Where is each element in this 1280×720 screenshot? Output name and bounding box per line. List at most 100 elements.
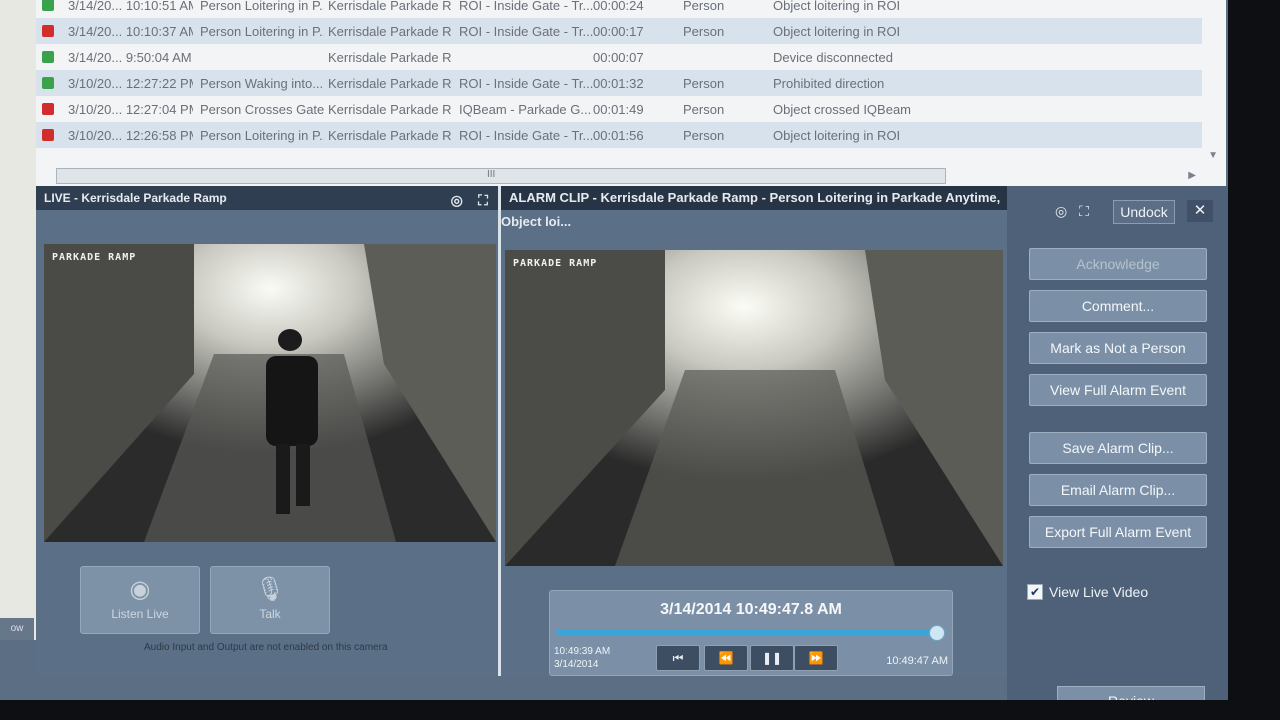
cell-date: 3/14/20... 10:10:51 AM: [68, 0, 193, 13]
cell-object: Person: [683, 128, 725, 143]
cell-description: Object crossed IQBeam: [773, 102, 911, 117]
view-full-alarm-event-button[interactable]: View Full Alarm Event: [1029, 374, 1207, 406]
cell-site: Kerrisdale Parkade R...: [328, 102, 452, 117]
cell-object: Person: [683, 102, 725, 117]
undock-button[interactable]: Undock: [1113, 200, 1175, 224]
cell-duration: 00:00:24: [593, 0, 644, 13]
cell-date: 3/10/20... 12:27:22 PM: [68, 76, 193, 91]
status-icon: [42, 0, 54, 11]
cell-site: Kerrisdale Parkade R...: [328, 50, 452, 65]
table-row[interactable]: 3/10/20... 12:26:58 PM Person Loitering i…: [36, 122, 1202, 148]
cell-site: Kerrisdale Parkade R...: [328, 24, 452, 39]
cell-description: Object loitering in ROI: [773, 128, 901, 143]
fast-forward-button[interactable]: ⏩: [794, 645, 838, 671]
table-row[interactable]: 3/14/20... 10:10:51 AM Person Loitering i…: [36, 0, 1202, 18]
microphone-icon: 🎙: [255, 576, 286, 603]
cell-site: Kerrisdale Parkade R...: [328, 128, 452, 143]
email-alarm-clip-button[interactable]: Email Alarm Clip...: [1029, 474, 1207, 506]
alarm-clip-video[interactable]: PARKADE RAMP: [505, 250, 1003, 566]
cell-rule: Person Waking into...: [200, 76, 324, 91]
playback-controls: 3/14/2014 10:49:47.8 AM 10:49:39 AM 3/14…: [549, 590, 953, 676]
listen-live-label: Listen Live: [111, 607, 169, 621]
clip-camera-label: PARKADE RAMP: [513, 258, 598, 269]
status-icon: [42, 77, 54, 89]
cell-date: 3/10/20... 12:26:58 PM: [68, 128, 193, 143]
cell-roi: ROI - Inside Gate - Tr...: [459, 0, 593, 13]
status-icon: [42, 129, 54, 141]
cell-duration: 00:01:32: [593, 76, 644, 91]
close-button[interactable]: ✕: [1187, 200, 1213, 222]
cell-roi: ROI - Inside Gate - Tr...: [459, 76, 593, 91]
cell-date: 3/14/20... 9:50:04 AM: [68, 50, 192, 65]
scroll-down-arrow-icon[interactable]: ▼: [1208, 150, 1218, 161]
cell-roi: ROI - Inside Gate - Tr...: [459, 24, 593, 39]
alarm-list: 3/14/20... 10:10:51 AM Person Loitering i…: [36, 0, 1226, 188]
live-video-pane: LIVE - Kerrisdale Parkade Ramp ◎ ⛶ PARKA…: [36, 186, 498, 676]
live-camera-label: PARKADE RAMP: [52, 252, 137, 263]
globe-icon[interactable]: ◎: [443, 191, 463, 209]
fullscreen-icon[interactable]: ⛶: [470, 191, 488, 209]
save-alarm-clip-button[interactable]: Save Alarm Clip...: [1029, 432, 1207, 464]
cell-site: Kerrisdale Parkade R...: [328, 0, 452, 13]
listen-live-button[interactable]: ◉ Listen Live: [80, 566, 200, 634]
cell-rule: Person Loitering in P...: [200, 128, 324, 143]
globe-icon[interactable]: ◎: [1055, 203, 1067, 219]
rewind-icon: ⏪: [718, 651, 734, 665]
table-row[interactable]: 3/14/20... 9:50:04 AM Kerrisdale Parkade …: [36, 44, 1202, 70]
pause-button[interactable]: ❚❚: [750, 645, 794, 671]
playback-current-time: 3/14/2014 10:49:47.8 AM: [660, 601, 842, 618]
table-row[interactable]: 3/10/20... 12:27:04 PM Person Crosses Gat…: [36, 96, 1202, 122]
clip-camera-image: [505, 250, 1003, 566]
comment-button[interactable]: Comment...: [1029, 290, 1207, 322]
playback-start: 10:49:39 AM 3/14/2014: [554, 645, 610, 671]
horizontal-scrollbar[interactable]: III: [56, 168, 946, 184]
start-date: 3/14/2014: [554, 659, 599, 670]
status-icon: [42, 25, 54, 37]
cell-description: Object loitering in ROI: [773, 0, 901, 13]
export-full-alarm-event-button[interactable]: Export Full Alarm Event: [1029, 516, 1207, 548]
alarm-actions-panel: ◎ ⛶ Undock ✕ Acknowledge Comment... Mark…: [1007, 186, 1228, 700]
view-live-video-checkbox[interactable]: ✔: [1027, 584, 1043, 600]
rewind-button[interactable]: ⏪: [704, 645, 748, 671]
pause-icon: ❚❚: [761, 651, 783, 665]
cell-site: Kerrisdale Parkade R...: [328, 76, 452, 91]
fullscreen-icon[interactable]: ⛶: [1079, 203, 1089, 219]
cell-description: Device disconnected: [773, 50, 893, 65]
cell-rule: Person Loitering in P...: [200, 24, 324, 39]
left-panel-button[interactable]: ow: [0, 618, 34, 640]
cell-rule: Person Crosses Gate...: [200, 102, 324, 117]
status-icon: [42, 103, 54, 115]
start-time: 10:49:39 AM: [554, 646, 611, 657]
talk-button[interactable]: 🎙 Talk: [210, 566, 330, 634]
table-row[interactable]: 3/10/20... 12:27:22 PM Person Waking into…: [36, 70, 1202, 96]
clip-pane-title: ALARM CLIP - Kerrisdale Parkade Ramp - P…: [501, 186, 1007, 229]
playback-timeline[interactable]: [556, 629, 944, 635]
scroll-grip[interactable]: III: [487, 169, 495, 180]
skip-to-start-button[interactable]: ⏮: [656, 645, 700, 671]
cell-object: Person: [683, 24, 725, 39]
cell-duration: 00:00:07: [593, 50, 644, 65]
playback-scrubber-handle[interactable]: [929, 625, 946, 641]
cell-object: Person: [683, 0, 725, 13]
cell-date: 3/10/20... 12:27:04 PM: [68, 102, 193, 117]
playback-end-time: 10:49:47 AM: [886, 655, 948, 667]
mark-not-person-button[interactable]: Mark as Not a Person: [1029, 332, 1207, 364]
cell-duration: 00:00:17: [593, 24, 644, 39]
audio-note: Audio Input and Output are not enabled o…: [144, 642, 388, 653]
review-button[interactable]: Review: [1057, 686, 1205, 700]
table-row[interactable]: 3/14/20... 10:10:37 AM Person Loitering i…: [36, 18, 1202, 44]
cell-roi: ROI - Inside Gate - Tr...: [459, 128, 593, 143]
clip-title-text: ALARM CLIP - Kerrisdale Parkade Ramp - P…: [501, 190, 1001, 229]
cell-date: 3/14/20... 10:10:37 AM: [68, 24, 193, 39]
live-video-feed[interactable]: PARKADE RAMP: [44, 244, 496, 542]
scroll-right-arrow-icon[interactable]: ▶: [1188, 170, 1196, 181]
left-panel-edge: ow: [0, 0, 37, 640]
cell-description: Prohibited direction: [773, 76, 885, 91]
fast-forward-icon: ⏩: [808, 651, 824, 665]
live-camera-image: [44, 244, 496, 542]
alarm-clip-pane: ALARM CLIP - Kerrisdale Parkade Ramp - P…: [501, 186, 1007, 676]
cell-rule: Person Loitering in P...: [200, 0, 324, 13]
skip-back-icon: ⏮: [672, 651, 684, 665]
acknowledge-button[interactable]: Acknowledge: [1029, 248, 1207, 280]
live-title-text: LIVE - Kerrisdale Parkade Ramp: [44, 191, 227, 205]
